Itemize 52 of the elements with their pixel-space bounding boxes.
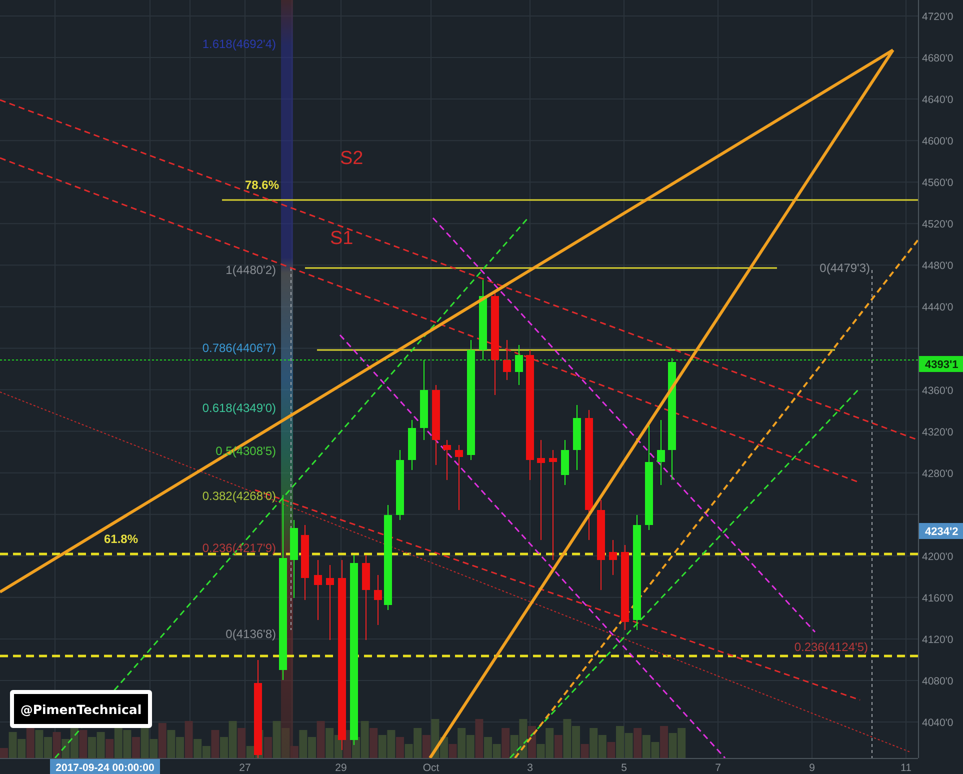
price-axis-label: 4520'0 — [922, 218, 954, 231]
price-axis-label: 4280'0 — [922, 468, 954, 480]
candlestick — [503, 340, 511, 380]
time-axis-label: 27 — [239, 762, 251, 774]
price-axis-label: 4040'0 — [922, 717, 954, 729]
time-axis-label: 3 — [527, 762, 533, 774]
price-axis-label: 4680'0 — [922, 52, 954, 65]
time-axis-label: Oct — [422, 762, 440, 774]
fibonacci-level-label: 0.236(4124'5) — [794, 640, 868, 654]
level-label: 78.6% — [245, 178, 280, 192]
price-axis-label: 4080'0 — [922, 675, 954, 688]
time-axis-label: 5 — [621, 762, 627, 774]
candlestick — [455, 444, 463, 510]
level-label: 61.8% — [104, 532, 138, 546]
candlestick — [314, 560, 322, 620]
candlestick — [374, 574, 382, 626]
time-axis-label: 7 — [715, 762, 721, 774]
price-axis-label: 4160'0 — [922, 592, 954, 604]
price-marker: 4234'2 — [919, 523, 963, 539]
candlestick — [443, 440, 451, 480]
support-label: S2 — [340, 148, 364, 169]
candlestick — [396, 450, 404, 520]
candlestick — [573, 404, 581, 470]
candlestick — [408, 420, 416, 470]
price-marker: 4393'1 — [919, 356, 963, 372]
time-axis-label: 29 — [335, 762, 347, 774]
price-axis-label: 4200'0 — [922, 550, 954, 563]
price-axis-label: 4560'0 — [922, 177, 954, 190]
candlestick — [561, 440, 569, 486]
fibonacci-level-label: 1(4480'2) — [226, 263, 276, 277]
candlestick — [515, 344, 523, 386]
fibonacci-level-label: 0.236(4217'9) — [202, 541, 276, 555]
price-axis-label: 4600'0 — [922, 136, 954, 148]
price-axis-label: 4320'0 — [922, 426, 954, 438]
price-axis-label: 4440'0 — [922, 302, 954, 314]
fibonacci-level-label: 0.618(4349'0) — [202, 401, 276, 415]
time-axis-label: 11 — [900, 762, 912, 774]
author-tag: @PimenTechnical — [10, 690, 152, 728]
price-axis-label: 4480'0 — [922, 260, 954, 272]
price-axis-label: 4360'0 — [922, 384, 954, 397]
fibonacci-level-label: 1.618(4692'4) — [202, 37, 276, 51]
fibonacci-level-label: 0(4479'3) — [820, 261, 870, 275]
support-label: S1 — [330, 228, 354, 249]
fibonacci-level-label: 0(4136'8) — [226, 627, 276, 641]
fibonacci-level-label: 0.786(4406'7) — [202, 341, 276, 355]
price-axis-label: 4720'0 — [922, 11, 954, 23]
price-axis-label: 4120'0 — [922, 634, 954, 646]
time-axis-label: 9 — [809, 762, 815, 774]
price-axis-label: 4640'0 — [922, 94, 954, 106]
time-cursor-label: 2017-09-24 00:00:00 — [50, 759, 160, 774]
candlestick — [657, 420, 665, 486]
candlestick — [609, 540, 617, 576]
